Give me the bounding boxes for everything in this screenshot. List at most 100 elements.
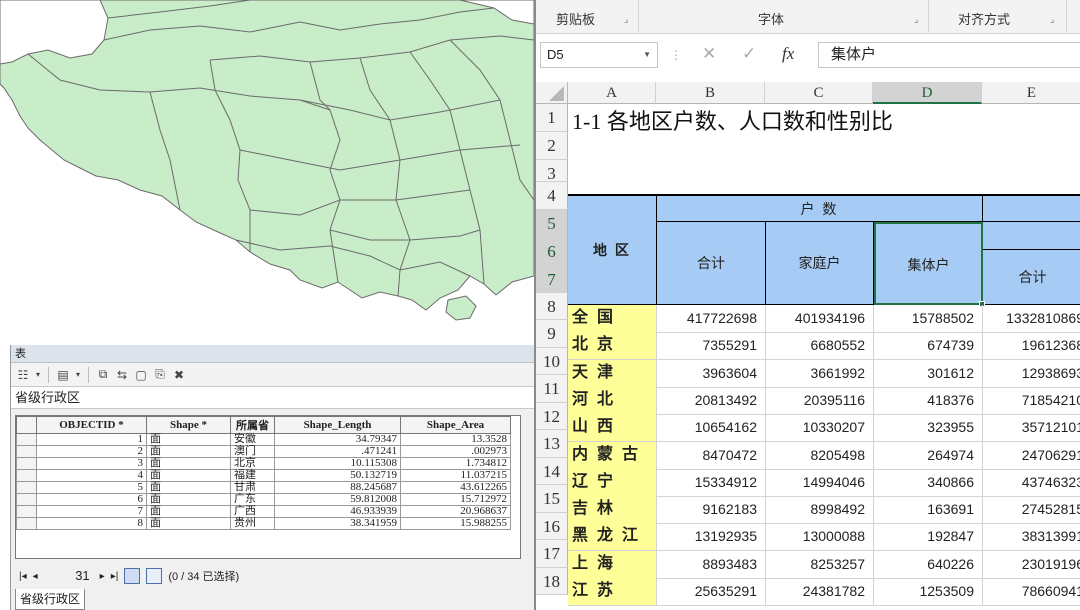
total-cell[interactable]: 8470472	[657, 441, 766, 470]
table-row[interactable]: 1 面安徽 34.79347 13.3528	[16, 433, 511, 446]
family-cell[interactable]: 401934196	[766, 305, 874, 333]
population-cell[interactable]: 27452815	[983, 496, 1080, 525]
row-selector[interactable]	[16, 445, 37, 458]
region-cell[interactable]: 吉林	[568, 496, 657, 525]
table-row[interactable]: 6 面广东 59.812008 15.712972	[16, 493, 511, 506]
shape-cell[interactable]: 面	[146, 493, 231, 506]
population-cell[interactable]: 71854210	[983, 387, 1080, 415]
shape-cell[interactable]: 面	[146, 481, 231, 494]
column-header-province[interactable]: 所属省	[230, 416, 275, 434]
shape-area-cell[interactable]: 15.712972	[400, 493, 511, 506]
objectid-cell[interactable]: 7	[36, 505, 147, 518]
row-selector[interactable]	[16, 505, 37, 518]
total-cell[interactable]: 7355291	[657, 332, 766, 361]
next-record-button[interactable]: ▸	[100, 571, 105, 582]
shape-area-cell[interactable]: 20.968637	[400, 505, 511, 518]
column-header-c[interactable]: C	[765, 82, 873, 104]
province-cell[interactable]: 安徽	[230, 433, 275, 446]
objectid-cell[interactable]: 4	[36, 469, 147, 482]
row-header-2[interactable]: 2	[536, 132, 568, 160]
row-header-16[interactable]: 16	[536, 513, 568, 540]
row-header-11[interactable]: 11	[536, 375, 568, 403]
header-region[interactable]: 地 区	[568, 194, 657, 305]
header-family[interactable]: 家庭户	[766, 222, 874, 305]
shape-length-cell[interactable]: 34.79347	[274, 433, 401, 446]
cancel-icon[interactable]: ✕	[702, 44, 716, 64]
table-options-icon[interactable]: ☷	[15, 368, 31, 382]
shape-area-cell[interactable]: 11.037215	[400, 469, 511, 482]
font-launcher-icon[interactable]: ⌟	[914, 14, 918, 25]
objectid-cell[interactable]: 3	[36, 457, 147, 470]
population-cell[interactable]: 24706291	[983, 442, 1080, 470]
total-cell[interactable]: 9162183	[657, 496, 766, 525]
collective-cell[interactable]: 192847	[874, 523, 983, 552]
switch-selection-icon[interactable]: ⇆	[114, 368, 130, 382]
row-header-8[interactable]: 8	[536, 293, 568, 320]
row-selector[interactable]	[16, 457, 37, 470]
region-cell[interactable]: 黑龙江	[568, 523, 657, 552]
table-row[interactable]: 5 面甘肃 88.245687 43.612265	[16, 481, 511, 494]
total-cell[interactable]: 13192935	[657, 523, 766, 552]
column-header-shape-length[interactable]: Shape_Length	[274, 416, 401, 434]
row-header-10[interactable]: 10	[536, 348, 568, 375]
header-total[interactable]: 合计	[657, 222, 766, 305]
dropdown-arrow-icon[interactable]: ▾	[74, 370, 82, 379]
table-row[interactable]: 3 面北京 10.115308 1.734812	[16, 457, 511, 470]
population-cell[interactable]: 23019196	[983, 551, 1080, 579]
prev-record-button[interactable]: ◂	[33, 571, 38, 582]
population-cell[interactable]: 1332810869	[983, 305, 1080, 333]
collective-cell[interactable]: 264974	[874, 441, 983, 470]
province-cell[interactable]: 北京	[230, 457, 275, 470]
population-cell[interactable]: 35712101	[983, 414, 1080, 443]
region-cell[interactable]: 北京	[568, 332, 657, 361]
shape-length-cell[interactable]: 38.341959	[274, 517, 401, 530]
column-header-shape-area[interactable]: Shape_Area	[400, 416, 511, 434]
select-by-attributes-icon[interactable]: ⧉	[95, 367, 111, 382]
total-cell[interactable]: 417722698	[657, 305, 766, 333]
shape-length-cell[interactable]: 50.132719	[274, 469, 401, 482]
collective-cell[interactable]: 163691	[874, 496, 983, 525]
shape-length-cell[interactable]: 59.812008	[274, 493, 401, 506]
header-pop-total[interactable]: 合计	[983, 250, 1080, 305]
header-pop-sub[interactable]	[983, 222, 1080, 250]
family-cell[interactable]: 14994046	[766, 468, 874, 497]
region-cell[interactable]: 山西	[568, 414, 657, 443]
row-selector[interactable]	[16, 481, 37, 494]
column-header-e[interactable]: E	[982, 82, 1080, 104]
sheet-title[interactable]: 1-1 各地区户数、人口数和性别比	[568, 104, 1080, 132]
shape-cell[interactable]: 面	[146, 505, 231, 518]
collective-cell[interactable]: 323955	[874, 414, 983, 443]
header-population-group[interactable]	[983, 194, 1080, 222]
row-header-15[interactable]: 15	[536, 485, 568, 513]
region-cell[interactable]: 内蒙古	[568, 441, 657, 470]
clipboard-launcher-icon[interactable]: ⌟	[624, 14, 628, 25]
name-box[interactable]: D5 ▼	[540, 42, 658, 68]
shape-cell[interactable]: 面	[146, 457, 231, 470]
objectid-cell[interactable]: 5	[36, 481, 147, 494]
family-cell[interactable]: 3661992	[766, 359, 874, 388]
family-cell[interactable]: 8205498	[766, 441, 874, 470]
region-cell[interactable]: 上海	[568, 550, 657, 579]
collective-cell[interactable]: 418376	[874, 386, 983, 415]
column-header-shape[interactable]: Shape *	[146, 416, 231, 434]
collective-cell[interactable]: 301612	[874, 359, 983, 388]
header-collective[interactable]: 集体户	[874, 222, 983, 305]
row-selector[interactable]	[16, 517, 37, 530]
shape-cell[interactable]: 面	[146, 445, 231, 458]
population-cell[interactable]: 78660941	[983, 578, 1080, 606]
row-header-5[interactable]: 5	[536, 210, 568, 238]
province-cell[interactable]: 广东	[230, 493, 275, 506]
shape-length-cell[interactable]: .471241	[274, 445, 401, 458]
objectid-cell[interactable]: 1	[36, 433, 147, 446]
row-selector[interactable]	[16, 469, 37, 482]
current-record-input[interactable]: 31	[43, 567, 94, 585]
delete-selected-icon[interactable]: ✖	[171, 368, 187, 382]
population-cell[interactable]: 12938693	[983, 360, 1080, 388]
shape-area-cell[interactable]: 1.734812	[400, 457, 511, 470]
province-cell[interactable]: 福建	[230, 469, 275, 482]
row-header-1[interactable]: 1	[536, 104, 568, 132]
row-header-12[interactable]: 12	[536, 403, 568, 430]
shape-area-cell[interactable]: 13.3528	[400, 433, 511, 446]
province-cell[interactable]: 澳门	[230, 445, 275, 458]
province-cell[interactable]: 广西	[230, 505, 275, 518]
